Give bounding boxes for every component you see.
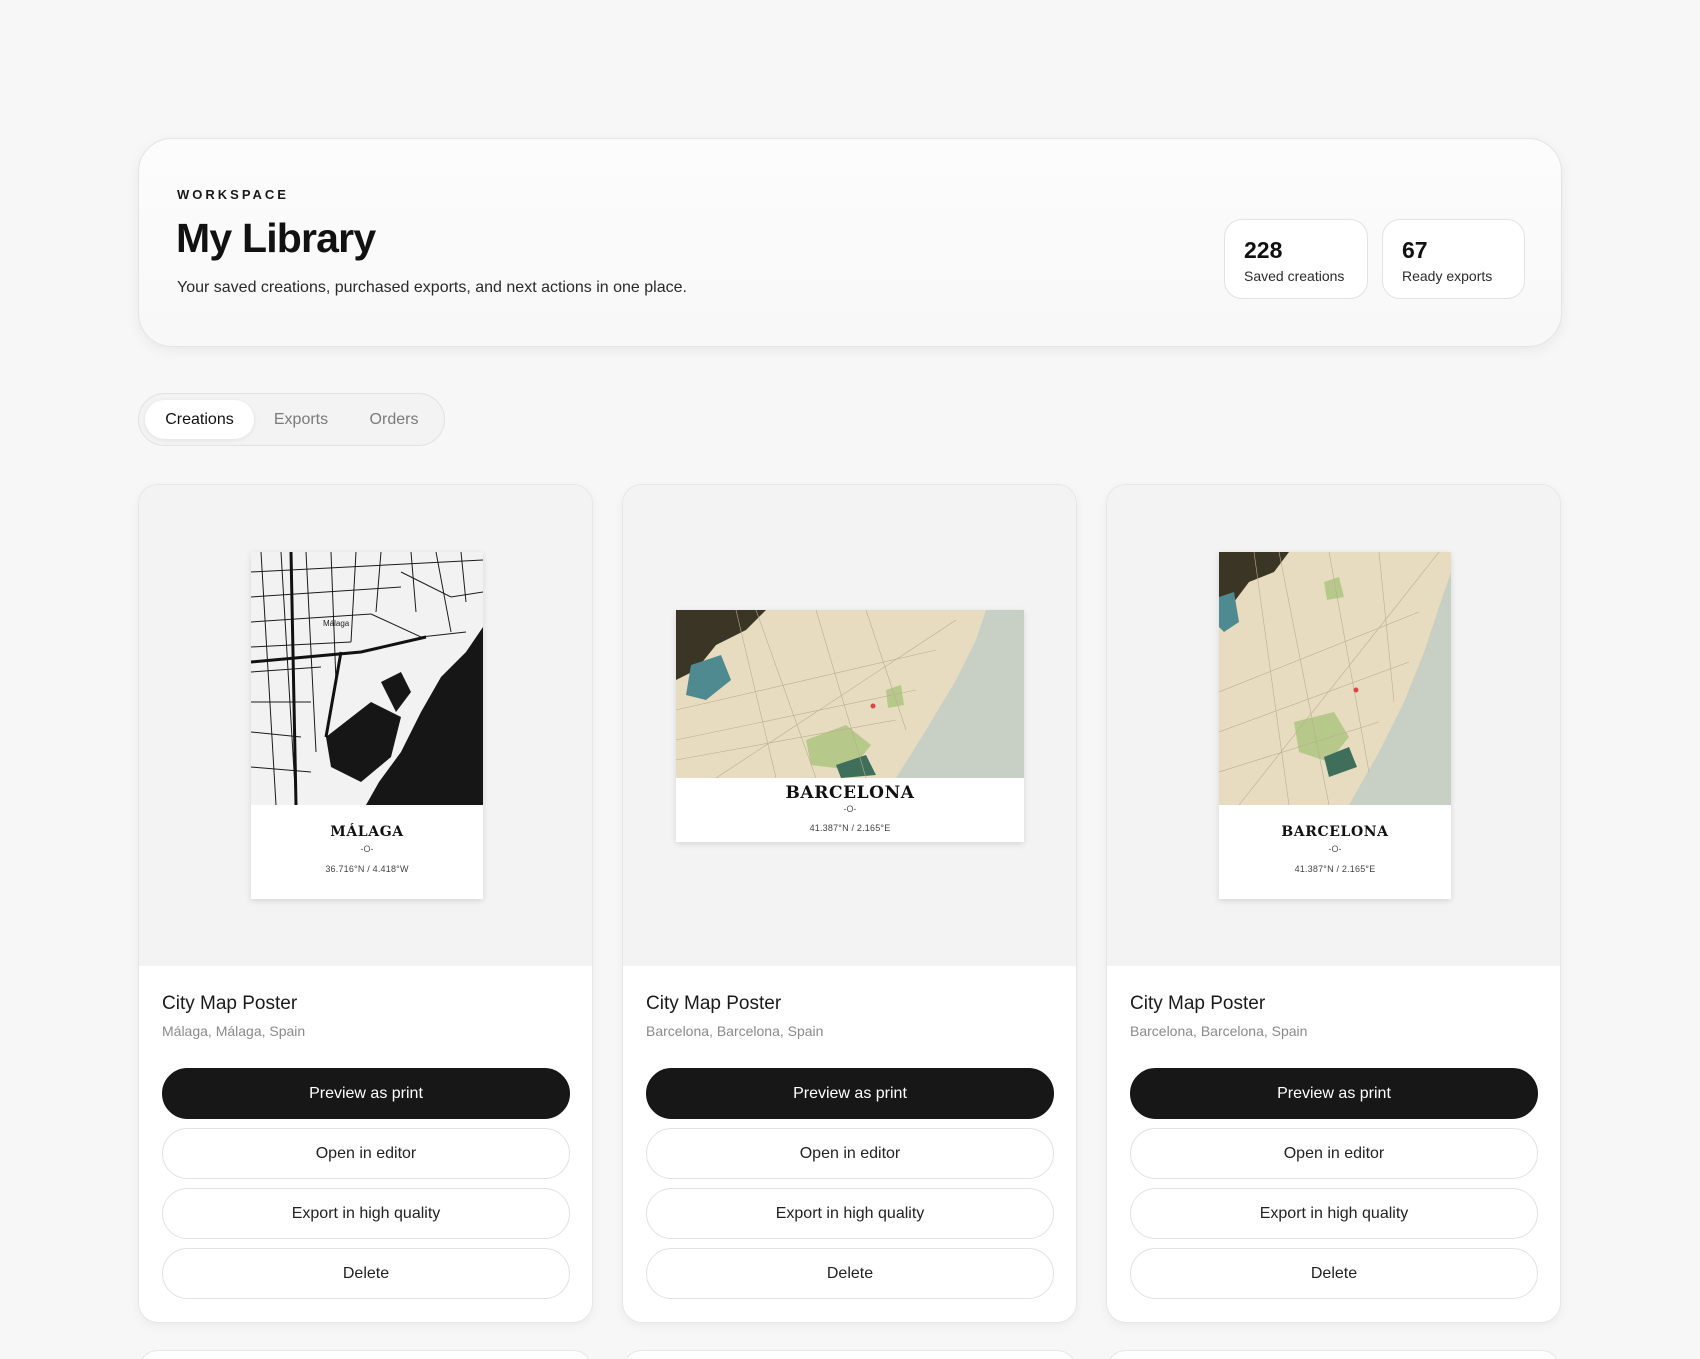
open-in-editor-button[interactable]: Open in editor [162, 1128, 570, 1179]
barcelona-map-image [1219, 552, 1451, 805]
poster-preview: BARCELONA -O- 41.387°N / 2.165°E [1219, 552, 1451, 899]
library-header: WORKSPACE My Library Your saved creation… [138, 138, 1562, 347]
card-title: City Map Poster [1130, 993, 1266, 1014]
stat-label: Ready exports [1402, 268, 1493, 284]
creation-card: Málaga MÁLAGA -O- 36.716°N / 4.418°W Cit… [138, 484, 593, 1323]
card-location: Málaga, Málaga, Spain [162, 1023, 306, 1039]
poster-divider: -O- [360, 844, 374, 854]
library-tabs: Creations Exports Orders [138, 393, 445, 446]
poster-divider: -O- [1328, 844, 1342, 854]
preview-as-print-button[interactable]: Preview as print [1130, 1068, 1538, 1119]
malaga-map-image: Málaga [251, 552, 483, 805]
poster-thumbnail-area[interactable]: BARCELONA -O- 41.387°N / 2.165°E [623, 485, 1076, 966]
poster-thumbnail-area[interactable]: Málaga MÁLAGA -O- 36.716°N / 4.418°W [139, 485, 592, 966]
stat-ready-exports: 67 Ready exports [1382, 219, 1525, 299]
barcelona-map-image [676, 610, 1024, 778]
next-row-card-edge [138, 1350, 593, 1359]
tab-exports[interactable]: Exports [255, 400, 347, 439]
stat-saved-creations: 228 Saved creations [1224, 219, 1368, 299]
stat-value: 67 [1402, 237, 1428, 263]
delete-button[interactable]: Delete [646, 1248, 1054, 1299]
stat-value: 228 [1244, 237, 1283, 263]
poster-coordinates: 36.716°N / 4.418°W [325, 864, 409, 874]
poster-divider: -O- [843, 804, 857, 814]
poster-city-name: MÁLAGA [330, 824, 404, 840]
creation-card: BARCELONA -O- 41.387°N / 2.165°E City Ma… [622, 484, 1077, 1323]
card-title: City Map Poster [162, 993, 298, 1014]
card-location: Barcelona, Barcelona, Spain [646, 1023, 824, 1039]
poster-coordinates: 41.387°N / 2.165°E [1294, 864, 1376, 874]
card-title: City Map Poster [646, 993, 782, 1014]
export-high-quality-button[interactable]: Export in high quality [646, 1188, 1054, 1239]
preview-as-print-button[interactable]: Preview as print [162, 1068, 570, 1119]
tab-creations[interactable]: Creations [145, 400, 254, 439]
poster-preview: Málaga MÁLAGA -O- 36.716°N / 4.418°W [251, 552, 483, 899]
next-row-card-edge [1106, 1350, 1561, 1359]
poster-city-name: BARCELONA [1281, 824, 1389, 840]
stat-label: Saved creations [1244, 268, 1345, 284]
workspace-eyebrow: WORKSPACE [177, 187, 289, 202]
open-in-editor-button[interactable]: Open in editor [1130, 1128, 1538, 1179]
poster-city-name: BARCELONA [785, 783, 915, 803]
creation-card: BARCELONA -O- 41.387°N / 2.165°E City Ma… [1106, 484, 1561, 1323]
page-subtitle: Your saved creations, purchased exports,… [177, 279, 687, 296]
open-in-editor-button[interactable]: Open in editor [646, 1128, 1054, 1179]
poster-preview: BARCELONA -O- 41.387°N / 2.165°E [676, 610, 1024, 842]
delete-button[interactable]: Delete [1130, 1248, 1538, 1299]
poster-thumbnail-area[interactable]: BARCELONA -O- 41.387°N / 2.165°E [1107, 485, 1560, 966]
tab-orders[interactable]: Orders [348, 400, 440, 439]
page-title: My Library [176, 215, 376, 261]
export-high-quality-button[interactable]: Export in high quality [1130, 1188, 1538, 1239]
card-location: Barcelona, Barcelona, Spain [1130, 1023, 1308, 1039]
delete-button[interactable]: Delete [162, 1248, 570, 1299]
poster-coordinates: 41.387°N / 2.165°E [809, 823, 891, 833]
next-row-card-edge [622, 1350, 1077, 1359]
svg-text:Málaga: Málaga [323, 619, 350, 628]
export-high-quality-button[interactable]: Export in high quality [162, 1188, 570, 1239]
preview-as-print-button[interactable]: Preview as print [646, 1068, 1054, 1119]
